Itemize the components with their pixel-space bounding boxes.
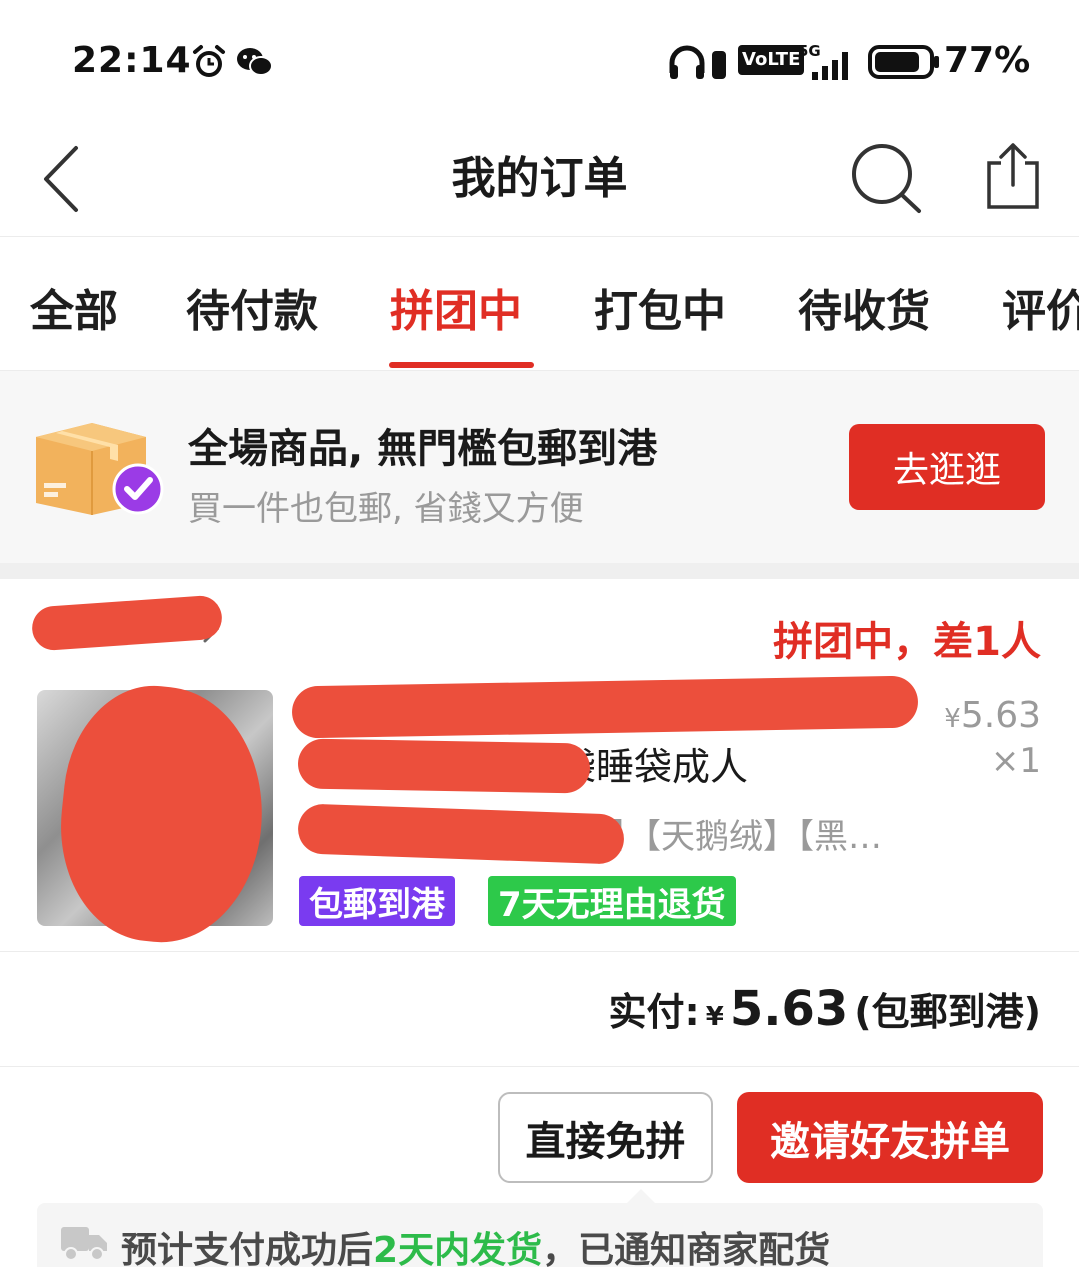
section-gap — [0, 563, 1079, 579]
price-currency: ¥ — [944, 704, 961, 734]
product-quantity: ×1 — [990, 741, 1041, 781]
wechat-icon — [236, 42, 274, 82]
free-shipping-tag: 包郵到港 — [299, 876, 455, 926]
shipping-text: 预计支付成功后2天内发货，已通知商家配货 — [121, 1221, 830, 1267]
shipping-highlight: 2天内发货 — [373, 1230, 543, 1267]
order-card[interactable]: 拼团中，差1人 袋睡袋成人 】【天鹅绒】【黑… ¥5.63 ×1 包郵到港 7天… — [0, 579, 1079, 1267]
battery-icon — [868, 42, 940, 82]
network-type-label: 5G — [798, 42, 821, 60]
paid-note: (包郵到港) — [854, 990, 1041, 1034]
promo-subtitle: 買一件也包郵, 省錢又方便 — [188, 489, 584, 529]
status-time: 22:14 — [72, 40, 192, 81]
shipping-note-caret — [627, 1189, 655, 1203]
truck-icon — [59, 1223, 109, 1267]
promo-title: 全場商品, 無門檻包郵到港 — [188, 426, 658, 472]
share-button[interactable] — [980, 134, 1046, 218]
alarm-icon — [192, 42, 226, 82]
active-tab-indicator — [389, 362, 534, 368]
divider — [0, 1066, 1079, 1067]
direct-purchase-button[interactable]: 直接免拼 — [498, 1092, 713, 1183]
signal-icon: 5G — [798, 42, 858, 82]
volte-badge: VoLTE — [738, 45, 805, 75]
product-spec-text: 】【天鹅绒】【黑… — [610, 817, 882, 857]
package-check-icon — [32, 417, 166, 521]
paid-currency: ¥ — [705, 1002, 724, 1032]
tab-to-receive[interactable]: 待收货 — [798, 275, 930, 339]
search-button[interactable] — [846, 138, 926, 218]
tab-all[interactable]: 全部 — [30, 275, 118, 339]
battery-percent: 77% — [944, 40, 1031, 81]
product-price: ¥5.63 — [944, 695, 1041, 736]
nav-header: 我的订单 — [0, 120, 1079, 237]
product-title-redaction-2 — [297, 738, 591, 794]
return-policy-tag: 7天无理由退货 — [488, 876, 736, 926]
price-value: 5.63 — [960, 695, 1041, 736]
divider — [0, 951, 1079, 952]
payment-summary: 实付: ¥ 5.63 (包郵到港) — [609, 981, 1041, 1037]
paid-label: 实付: — [608, 990, 700, 1034]
tab-review[interactable]: 评价 — [1002, 275, 1079, 339]
search-icon — [852, 144, 921, 213]
status-bar: 22:14 VoLTE 5G 77% — [0, 0, 1079, 120]
share-icon — [987, 143, 1039, 209]
shipping-note: 预计支付成功后2天内发货，已通知商家配货 — [37, 1189, 1043, 1267]
headphones-icon — [668, 42, 730, 82]
tab-group-buying[interactable]: 拼团中 — [390, 275, 522, 339]
promo-banner[interactable]: 全場商品, 無門檻包郵到港 買一件也包郵, 省錢又方便 去逛逛 — [0, 370, 1079, 563]
browse-button[interactable]: 去逛逛 — [849, 424, 1045, 510]
tab-packing[interactable]: 打包中 — [594, 275, 726, 339]
order-status: 拼团中，差1人 — [773, 619, 1041, 665]
product-title-redaction-1 — [291, 675, 919, 739]
tab-pending-payment[interactable]: 待付款 — [186, 275, 318, 339]
shipping-suffix: ，已通知商家配货 — [542, 1230, 831, 1267]
shipping-prefix: 预计支付成功后 — [121, 1230, 374, 1267]
invite-friends-button[interactable]: 邀请好友拼单 — [737, 1092, 1043, 1183]
paid-amount: 5.63 — [729, 981, 849, 1037]
order-tabs: 全部 待付款 拼团中 打包中 待收货 评价 — [0, 237, 1079, 370]
